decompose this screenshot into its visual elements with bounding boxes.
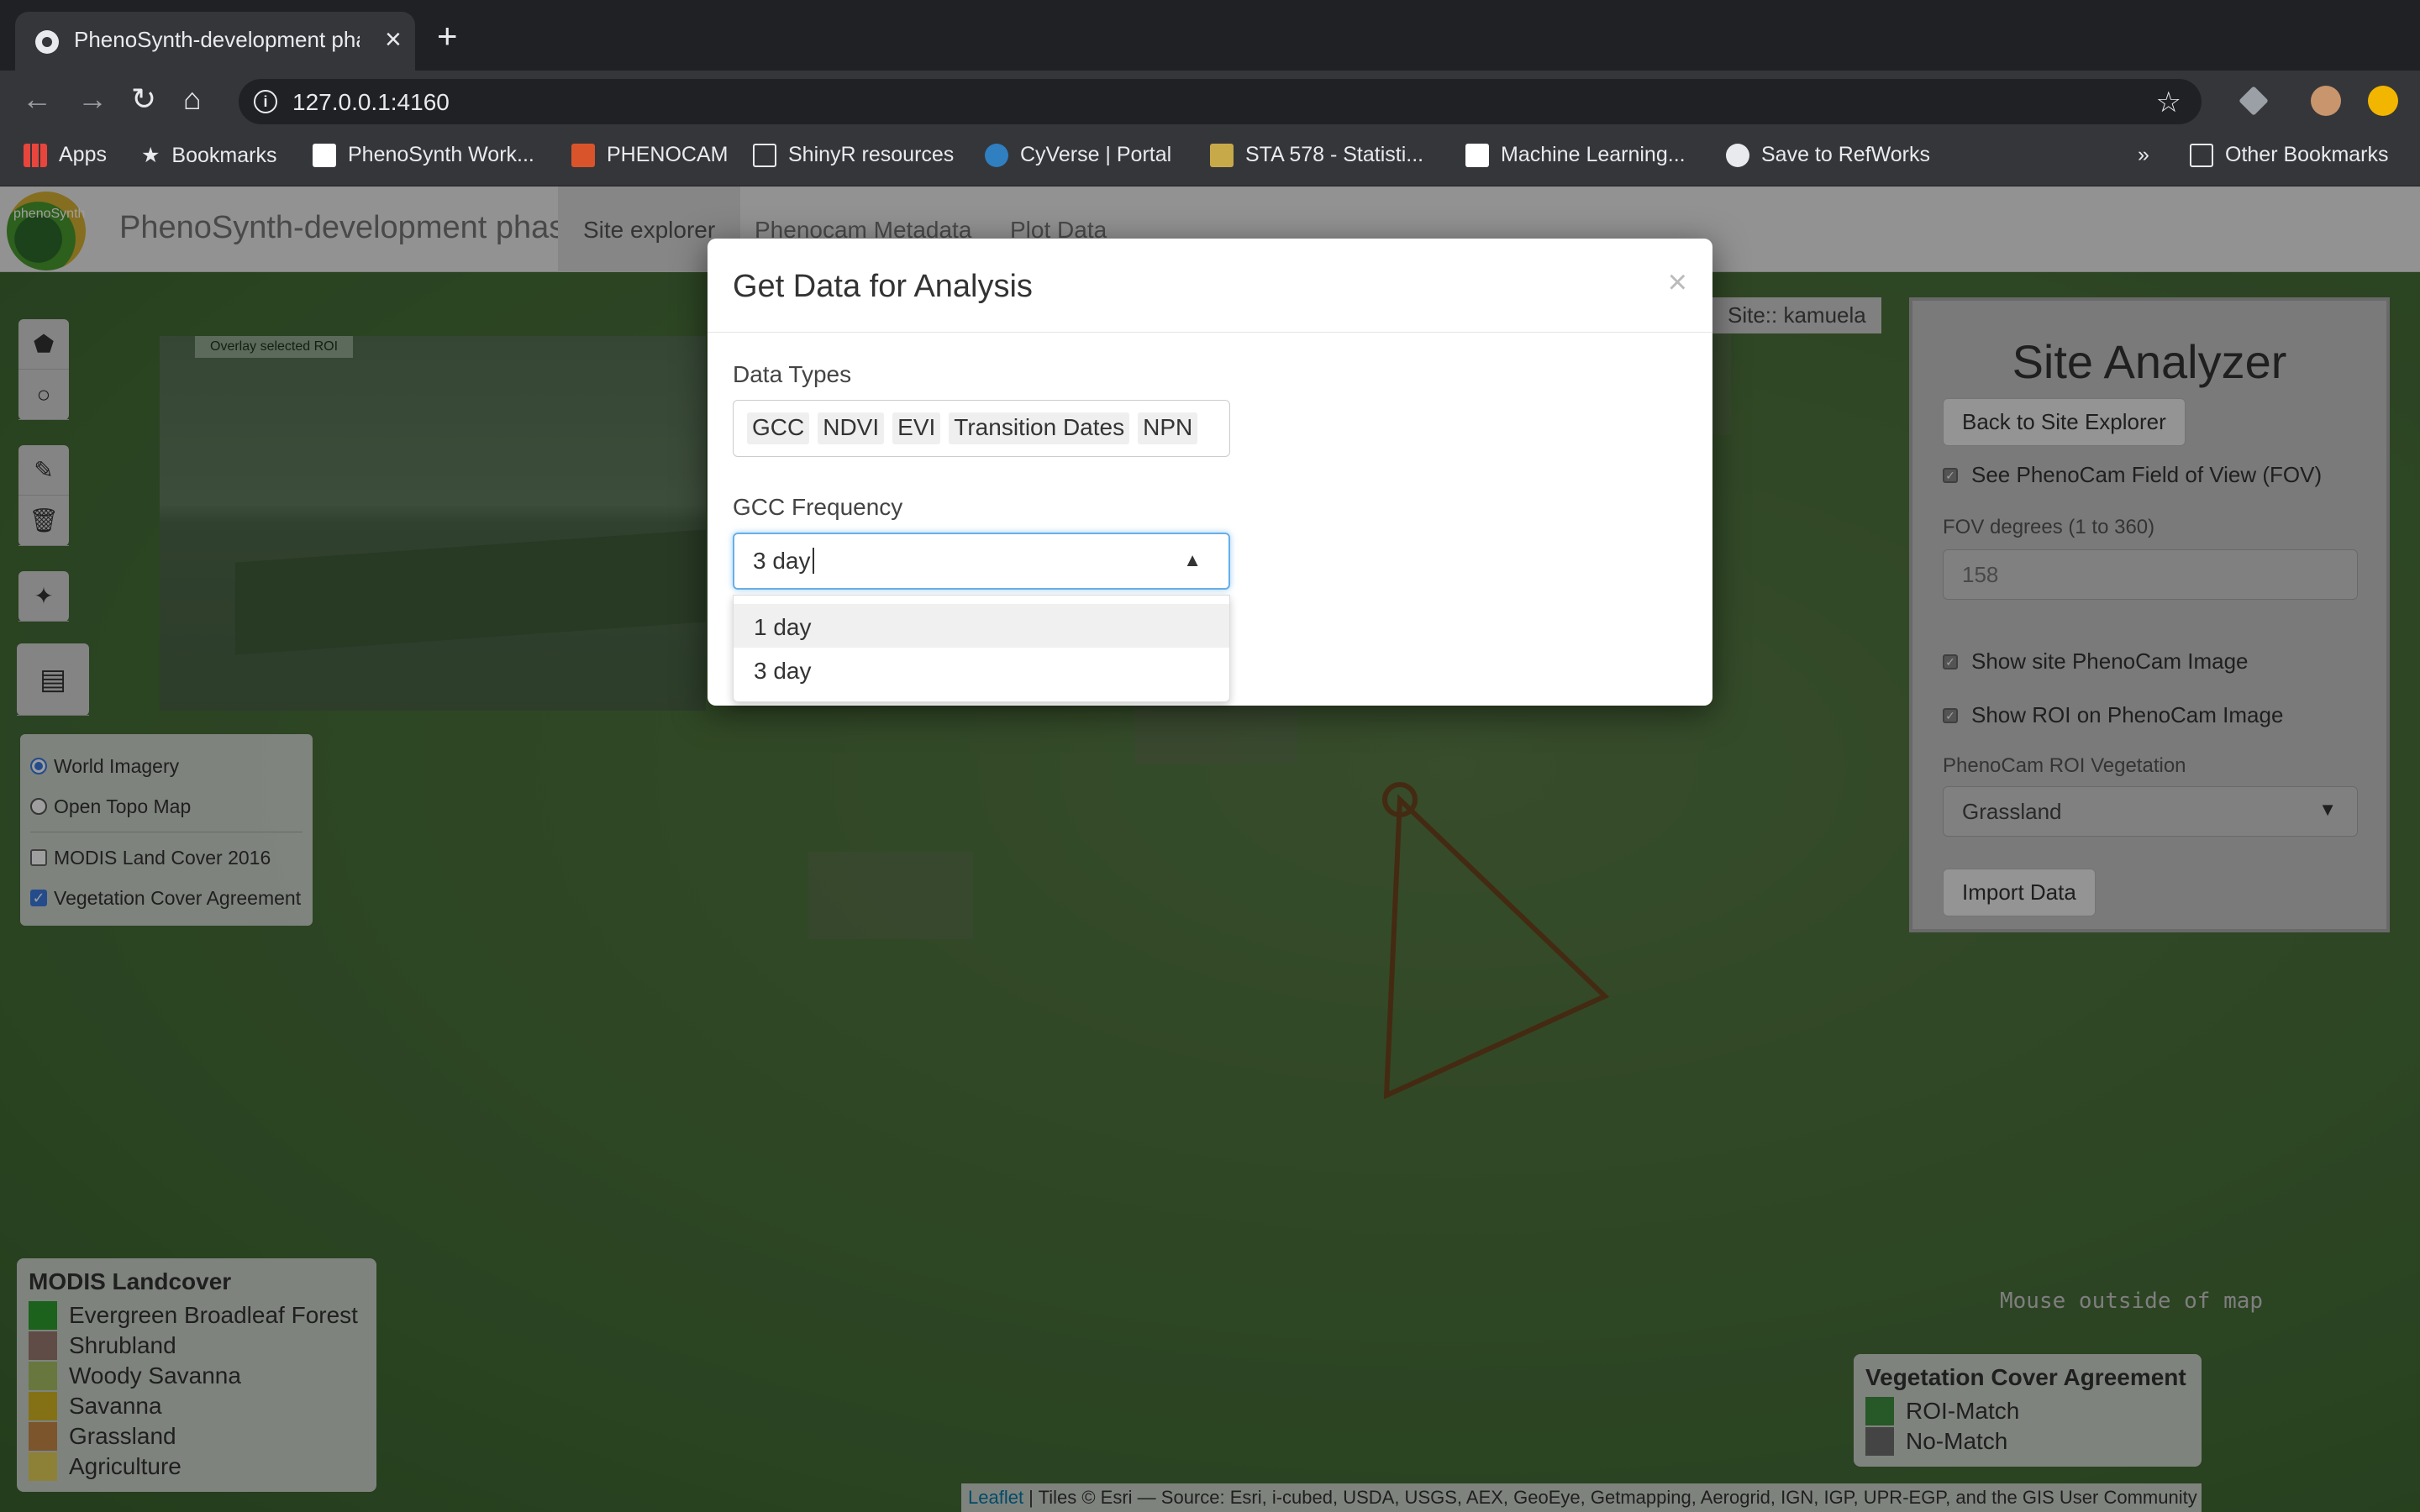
home-icon[interactable]: ⌂ [183,82,202,116]
other-bookmarks[interactable]: Other Bookmarks [2190,143,2389,167]
bookmark-cyverse[interactable]: CyVerse | Portal [985,143,1171,167]
close-icon[interactable]: × [1668,264,1687,302]
bookmark-phenosynth-work[interactable]: PhenoSynth Work... [313,143,534,167]
back-icon[interactable]: ← [22,82,52,116]
caret-up-icon: ▲ [1183,549,1202,570]
bookmark-label: Apps [59,143,107,166]
cyverse-icon [985,143,1008,167]
trello-icon [313,143,336,167]
data-type-tag[interactable]: NPN [1138,412,1198,444]
data-type-tag[interactable]: GCC [747,412,810,444]
browser-toolbar: ← → ↻ ⌂ i 127.0.0.1:4160 ☆ [0,71,2420,131]
option-3-day[interactable]: 3 day [734,648,1229,691]
drive-extension-icon[interactable] [2238,86,2269,116]
bookmark-bookmarks[interactable]: ★ Bookmarks [141,143,276,168]
tab-title: PhenoSynth-development pha [74,27,360,52]
forward-icon[interactable]: → [77,82,108,116]
bookmark-label: Save to RefWorks [1761,143,1931,166]
browser-tab[interactable]: PhenoSynth-development pha × [15,12,415,71]
bookmark-label: Machine Learning... [1501,143,1686,166]
gcc-frequency-label: GCC Frequency [733,494,903,520]
phenocam-leaf-icon [571,143,595,167]
bookmark-label: ShinyR resources [788,143,955,166]
bookmark-machine-learning[interactable]: Machine Learning... [1465,143,1686,167]
reload-icon[interactable]: ↻ [131,82,156,116]
data-types-label: Data Types [733,361,852,387]
new-tab-icon[interactable]: + [437,18,458,54]
modal-header: Get Data for Analysis × [708,239,1712,333]
profile-avatar[interactable] [2311,86,2341,116]
close-tab-icon[interactable]: × [385,24,402,56]
bookmarks-bar: Apps ★ Bookmarks PhenoSynth Work... PHENO… [0,131,2420,186]
star-icon: ★ [141,144,160,167]
data-type-tag[interactable]: EVI [892,412,941,444]
more-bookmarks-icon[interactable]: » [2138,143,2149,167]
bookmark-label: PHENOCAM [607,143,729,166]
data-type-tag[interactable]: NDVI [818,412,885,444]
globe-icon [1726,143,1749,167]
info-icon[interactable]: i [254,90,277,113]
bookmark-label: Bookmarks [171,143,277,167]
r-icon [1465,143,1489,167]
bookmark-apps[interactable]: Apps [24,143,107,167]
bookmark-refworks[interactable]: Save to RefWorks [1726,143,1930,167]
bookmark-label: Other Bookmarks [2225,143,2389,166]
data-type-tag[interactable]: Transition Dates [949,412,1130,444]
url-text: 127.0.0.1:4160 [292,89,450,115]
data-types-multiselect[interactable]: GCC NDVI EVI Transition Dates NPN [733,400,1230,457]
modal-title: Get Data for Analysis [733,269,1033,304]
get-data-modal: Get Data for Analysis × Data Types GCC N… [708,239,1712,706]
browser-tab-strip: PhenoSynth-development pha × + [0,0,2420,71]
gcc-frequency-select[interactable]: 3 day ▲ [733,533,1230,590]
text-cursor [812,548,814,574]
update-indicator-icon[interactable] [2368,86,2398,116]
apps-grid-icon [24,143,47,167]
bookmark-label: CyVerse | Portal [1020,143,1172,166]
folder-icon [2190,143,2213,167]
option-1-day[interactable]: 1 day [734,604,1229,648]
gcc-frequency-dropdown: 1 day 3 day [733,595,1230,702]
bell-icon [1210,143,1234,167]
folder-icon [753,143,776,167]
bookmark-sta578[interactable]: STA 578 - Statisti... [1210,143,1423,167]
globe-icon [35,30,59,54]
select-value: 3 day [753,548,811,574]
bookmark-shinyr[interactable]: ShinyR resources [753,143,954,167]
bookmark-phenocam[interactable]: PHENOCAM [571,143,728,167]
bookmark-star-icon[interactable]: ☆ [2156,86,2181,119]
bookmark-label: PhenoSynth Work... [348,143,534,166]
address-bar[interactable]: i 127.0.0.1:4160 ☆ [239,79,2202,124]
bookmark-label: STA 578 - Statisti... [1245,143,1424,166]
